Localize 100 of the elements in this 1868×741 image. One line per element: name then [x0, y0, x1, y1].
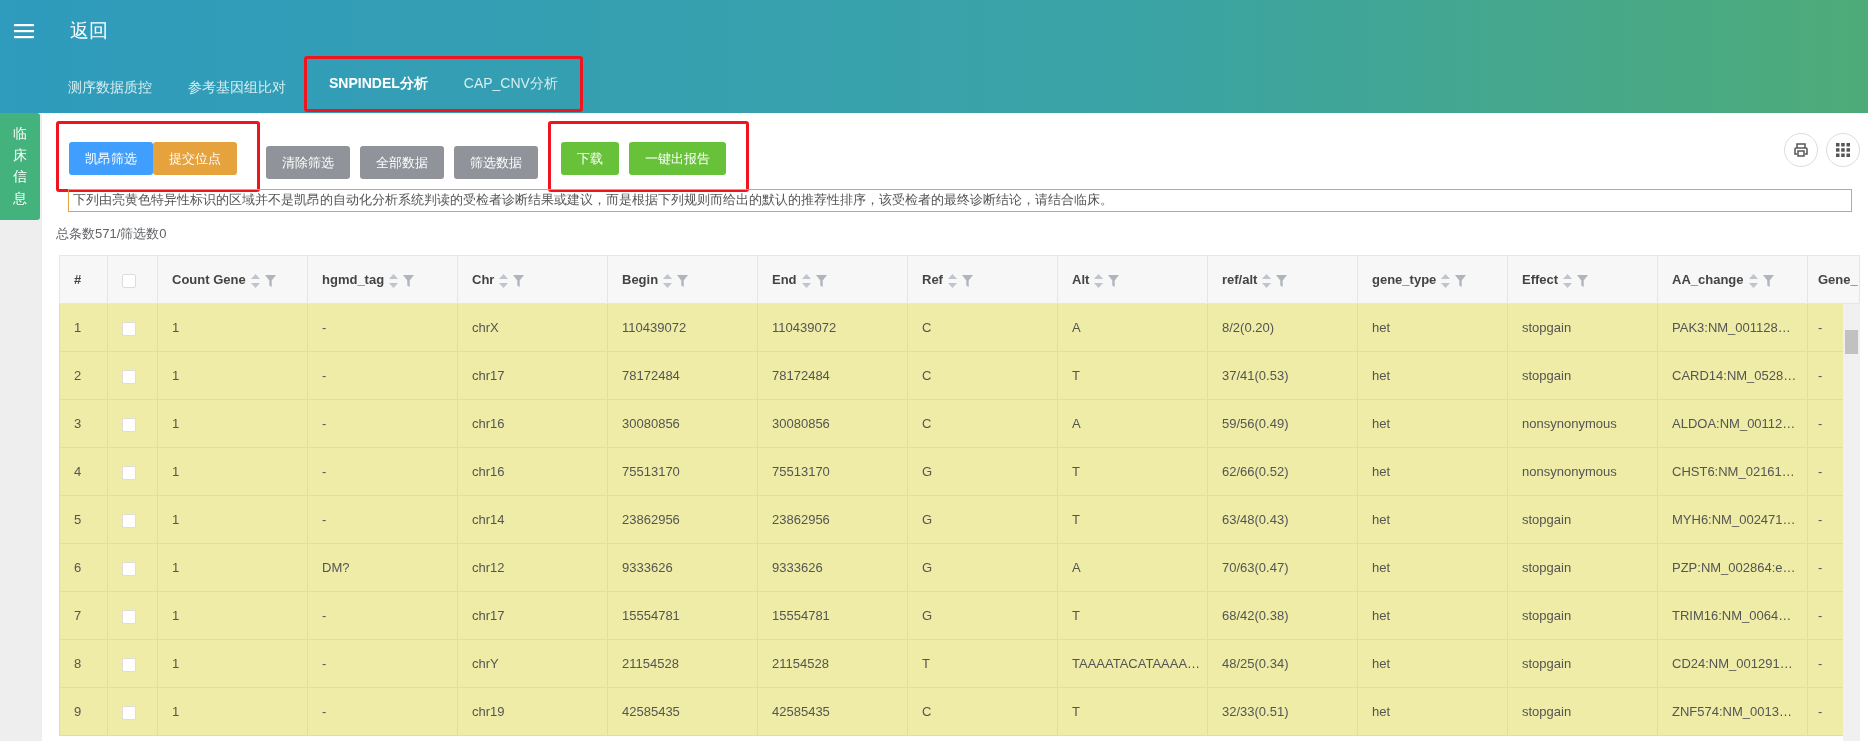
table-cell: 48/25(0.34): [1222, 656, 1289, 671]
row-checkbox[interactable]: [122, 561, 136, 576]
toolbar-button[interactable]: 一键出报告: [629, 142, 726, 175]
table-cell: 15554781: [622, 608, 680, 623]
table-cell: -: [322, 464, 327, 479]
column-header: Chr: [472, 272, 495, 287]
table-cell: 1: [172, 704, 180, 719]
table-cell: 5: [74, 512, 82, 527]
toolbar-button[interactable]: 下载: [561, 142, 619, 175]
sort-icon[interactable]: [801, 273, 811, 288]
grid-icon: [1836, 143, 1850, 157]
sort-icon[interactable]: [1094, 273, 1104, 288]
print-button[interactable]: [1784, 133, 1818, 167]
table-cell: 110439072: [772, 320, 837, 335]
filter-icon[interactable]: [403, 274, 415, 287]
table-cell: 1: [172, 512, 180, 527]
sort-icon[interactable]: [389, 273, 399, 288]
row-checkbox[interactable]: [122, 513, 136, 528]
row-checkbox[interactable]: [122, 705, 136, 720]
select-all-checkbox[interactable]: [122, 273, 136, 288]
toolbar-button[interactable]: 清除筛选: [266, 146, 350, 179]
toolbar-button[interactable]: 筛选数据: [454, 146, 538, 179]
table-cell: chr17: [472, 608, 505, 623]
sort-icon[interactable]: [499, 273, 509, 288]
table-cell: 42585435: [772, 704, 830, 719]
record-count: 总条数571/筛选数0: [56, 225, 167, 241]
menu-icon[interactable]: [14, 23, 34, 39]
filter-icon[interactable]: [1455, 274, 1467, 287]
table-cell: chr14: [472, 512, 505, 527]
table-cell: 68/42(0.38): [1222, 608, 1289, 623]
row-checkbox[interactable]: [122, 369, 136, 384]
filter-icon[interactable]: [513, 274, 525, 287]
column-header: Alt: [1072, 272, 1090, 287]
sort-icon[interactable]: [947, 273, 957, 288]
table-cell: 8/2(0.20): [1222, 320, 1275, 335]
row-checkbox[interactable]: [122, 417, 136, 432]
table-cell: 21154528: [622, 656, 679, 671]
row-checkbox[interactable]: [122, 657, 136, 672]
table-cell: stopgain: [1522, 560, 1572, 575]
sort-icon[interactable]: [1441, 273, 1451, 288]
table-cell: 1: [172, 608, 180, 623]
table-cell: PZP:NM_002864:e…: [1672, 560, 1796, 575]
table-cell: stopgain: [1522, 608, 1572, 623]
tab[interactable]: SNPINDEL分析: [311, 58, 446, 109]
toolbar-button[interactable]: 凯昂筛选: [69, 142, 153, 175]
columns-button[interactable]: [1826, 133, 1860, 167]
back-link[interactable]: 返回: [70, 16, 108, 46]
table-cell: -: [1818, 416, 1823, 431]
table-cell: 1: [172, 416, 180, 431]
table-cell: chr12: [472, 560, 505, 575]
sort-icon[interactable]: [663, 273, 673, 288]
table-cell: stopgain: [1522, 368, 1572, 383]
filter-icon[interactable]: [1276, 274, 1288, 287]
table-cell: 21154528: [772, 656, 829, 671]
toolbar-button[interactable]: 提交位点: [153, 142, 237, 175]
tab[interactable]: 测序数据质控: [50, 62, 170, 113]
table-cell: -: [322, 704, 327, 719]
table-cell: 1: [172, 368, 180, 383]
tab[interactable]: CAP_CNV分析: [445, 58, 576, 109]
filter-icon[interactable]: [264, 274, 276, 287]
table-cell: 1: [74, 320, 82, 335]
toolbar-button[interactable]: 全部数据: [360, 146, 444, 179]
table-cell: 7: [74, 608, 82, 623]
table-cell: 8: [74, 656, 82, 671]
table-cell: 23862956: [622, 512, 680, 527]
table-cell: -: [322, 512, 327, 527]
table-cell: 42585435: [622, 704, 680, 719]
table-cell: 70/63(0.47): [1222, 560, 1289, 575]
filter-icon[interactable]: [815, 274, 827, 287]
filter-icon[interactable]: [677, 274, 689, 287]
tab[interactable]: 参考基因组比对: [170, 62, 304, 113]
table-cell: 30080856: [772, 416, 830, 431]
row-checkbox[interactable]: [122, 321, 136, 336]
sort-icon[interactable]: [1262, 273, 1272, 288]
table-cell: het: [1372, 656, 1391, 671]
table-cell: G: [922, 512, 933, 527]
table-cell: 75513170: [772, 464, 830, 479]
side-tab[interactable]: 临床信息: [0, 113, 40, 220]
sort-icon[interactable]: [250, 273, 260, 288]
table-cell: 15554781: [772, 608, 830, 623]
table-cell: MYH6:NM_002471…: [1672, 512, 1796, 527]
table-cell: ALDOA:NM_00112…: [1672, 416, 1796, 431]
table-cell: nonsynonymous: [1522, 464, 1617, 479]
table-cell: 59/56(0.49): [1222, 416, 1289, 431]
table-cell: DM?: [322, 560, 350, 575]
row-checkbox[interactable]: [122, 465, 136, 480]
table-cell: 78172484: [772, 368, 830, 383]
printer-icon: [1793, 142, 1809, 158]
filter-icon[interactable]: [1108, 274, 1120, 287]
table-cell: 110439072: [622, 320, 687, 335]
sort-icon[interactable]: [1563, 273, 1573, 288]
table-cell: 1: [172, 320, 180, 335]
filter-icon[interactable]: [1577, 274, 1589, 287]
table-cell: CD24:NM_001291…: [1672, 656, 1793, 671]
sort-icon[interactable]: [1748, 273, 1758, 288]
row-checkbox[interactable]: [122, 609, 136, 624]
filter-icon[interactable]: [961, 274, 973, 287]
filter-icon[interactable]: [1762, 274, 1774, 287]
table-cell: 3: [74, 416, 82, 431]
vertical-scrollbar[interactable]: [1843, 304, 1860, 741]
